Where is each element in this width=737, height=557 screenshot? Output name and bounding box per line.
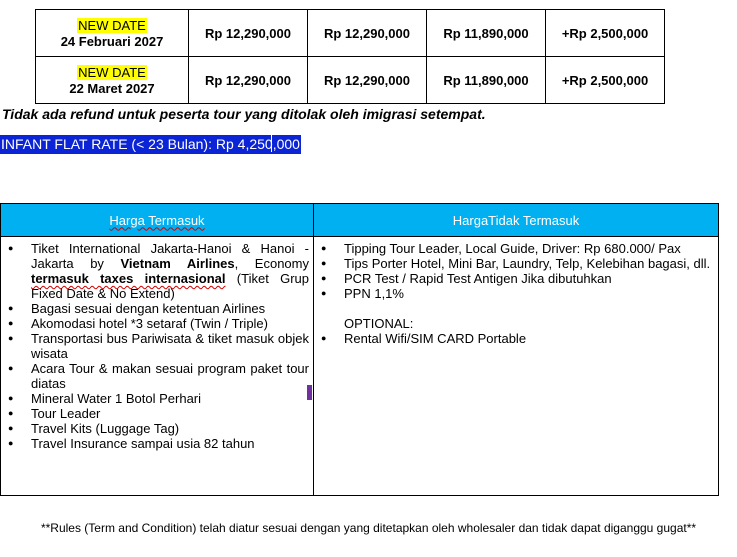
list-item: PCR Test / Rapid Test Antigen Jika dibut… — [318, 271, 714, 286]
price-cell: Rp 12,290,000 — [188, 56, 308, 104]
price-cell: Rp 11,890,000 — [426, 56, 546, 104]
price-cell: Rp 12,290,000 — [307, 9, 427, 57]
list-item: Bagasi sesuai dengan ketentuan Airlines — [5, 301, 309, 316]
list-item: Travel Kits (Luggage Tag) — [5, 421, 309, 436]
included-cell: Tiket International Jakarta-Hanoi & Hano… — [0, 236, 314, 496]
date-cell: NEW DATE 22 Maret 2027 — [35, 56, 189, 104]
table-row: Tiket International Jakarta-Hanoi & Hano… — [0, 236, 719, 496]
list-item: Tour Leader — [5, 406, 309, 421]
optional-list: Rental Wifi/SIM CARD Portable — [318, 331, 714, 346]
price-cell: Rp 11,890,000 — [426, 9, 546, 57]
refund-note: Tidak ada refund untuk peserta tour yang… — [2, 106, 486, 122]
excluded-cell: Tipping Tour Leader, Local Guide, Driver… — [313, 236, 719, 496]
included-list: Tiket International Jakarta-Hanoi & Hano… — [5, 241, 309, 451]
departure-date: 22 Maret 2027 — [69, 80, 155, 96]
table-row: NEW DATE 24 Februari 2027 Rp 12,290,000 … — [35, 9, 665, 57]
list-item: Tiket International Jakarta-Hanoi & Hano… — [5, 241, 309, 301]
infant-rate-selection[interactable]: INFANT FLAT RATE (< 23 Bulan): Rp 4,250,… — [0, 135, 301, 154]
text-caret — [271, 135, 272, 152]
departure-date: 24 Februari 2027 — [60, 33, 164, 49]
footer-rules: **Rules (Term and Condition) telah diatu… — [40, 521, 697, 535]
inclusions-table: Harga Termasuk HargaTidak Termasuk Tiket… — [0, 203, 719, 496]
price-cell: Rp 12,290,000 — [307, 56, 427, 104]
table-resize-marker[interactable] — [307, 385, 312, 400]
new-date-badge: NEW DATE — [77, 64, 147, 80]
list-item: Mineral Water 1 Botol Perhari — [5, 391, 309, 406]
list-item: Acara Tour & makan sesuai program paket … — [5, 361, 309, 391]
new-date-badge: NEW DATE — [77, 17, 147, 33]
table-row: NEW DATE 22 Maret 2027 Rp 12,290,000 Rp … — [35, 56, 665, 104]
excluded-header: HargaTidak Termasuk — [313, 203, 719, 237]
excluded-list: Tipping Tour Leader, Local Guide, Driver… — [318, 241, 714, 301]
table-header-row: Harga Termasuk HargaTidak Termasuk — [0, 203, 719, 237]
list-item: Tipping Tour Leader, Local Guide, Driver… — [318, 241, 714, 256]
list-item: PPN 1,1% — [318, 286, 714, 301]
list-item: Rental Wifi/SIM CARD Portable — [318, 331, 714, 346]
price-cell: +Rp 2,500,000 — [545, 56, 665, 104]
date-cell: NEW DATE 24 Februari 2027 — [35, 9, 189, 57]
included-header: Harga Termasuk — [0, 203, 314, 237]
list-item: Transportasi bus Pariwisata & tiket masu… — [5, 331, 309, 361]
price-table: NEW DATE 24 Februari 2027 Rp 12,290,000 … — [35, 9, 665, 104]
list-item: Travel Insurance sampai usia 82 tahun — [5, 436, 309, 451]
list-item: Akomodasi hotel *3 setaraf (Twin / Tripl… — [5, 316, 309, 331]
optional-label: OPTIONAL: — [344, 316, 414, 331]
list-item: Tips Porter Hotel, Mini Bar, Laundry, Te… — [318, 256, 714, 271]
price-cell: +Rp 2,500,000 — [545, 9, 665, 57]
price-cell: Rp 12,290,000 — [188, 9, 308, 57]
